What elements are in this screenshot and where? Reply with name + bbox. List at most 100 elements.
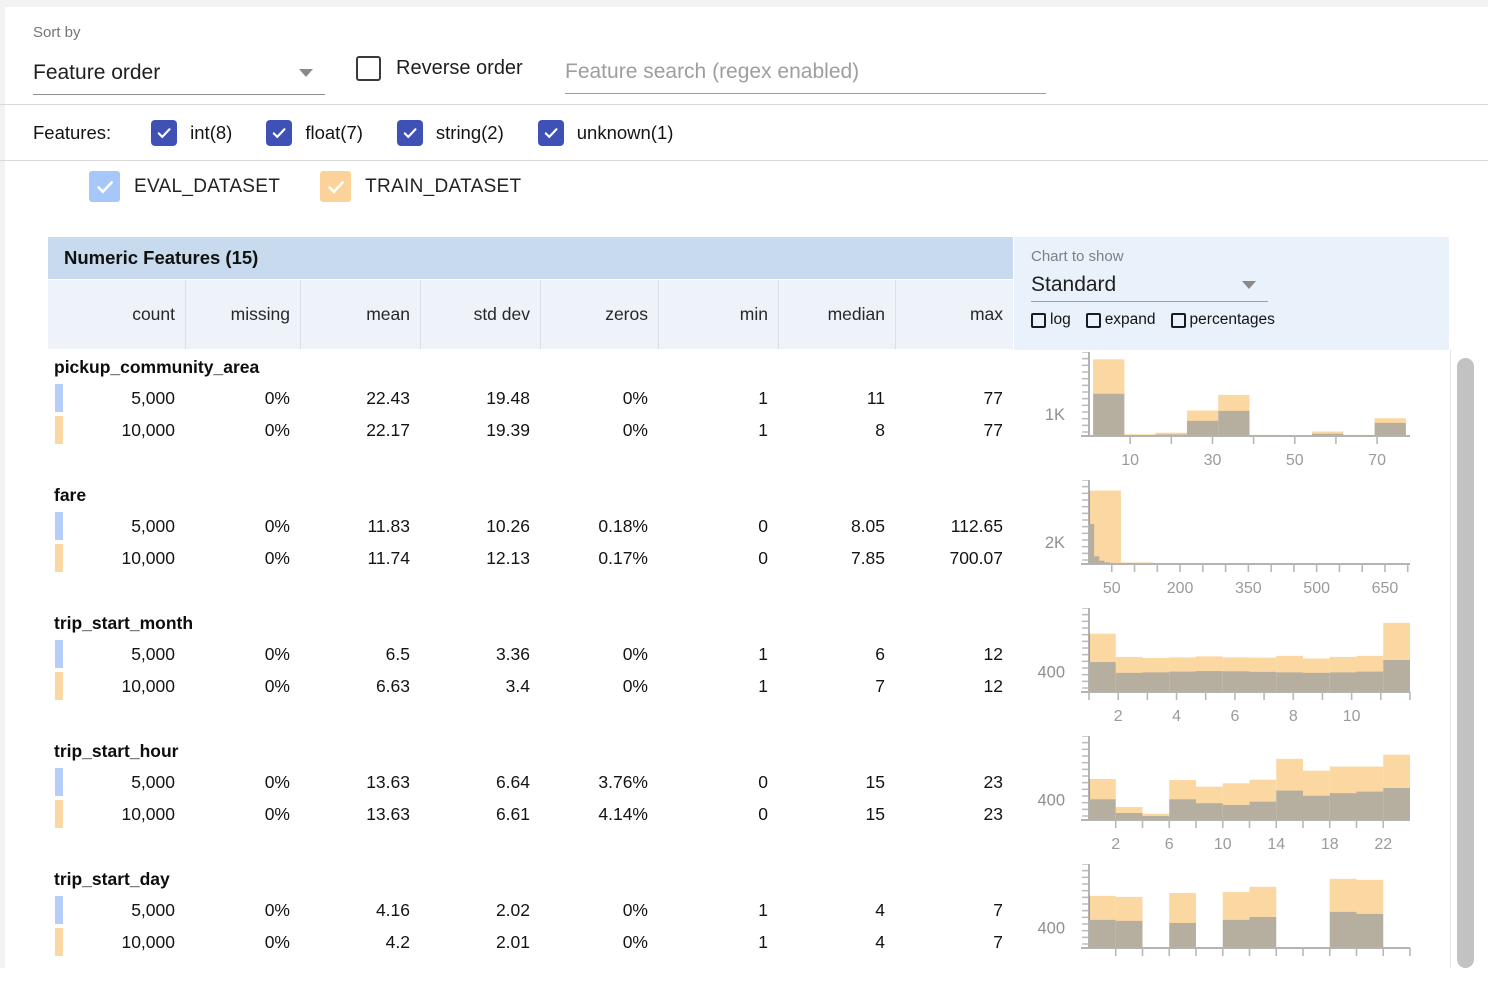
page-left-border bbox=[0, 0, 5, 968]
x-axis-label: 10 bbox=[1214, 836, 1232, 853]
column-header-zeros: zeros bbox=[540, 280, 658, 349]
chart-type-select[interactable]: Standard bbox=[1031, 268, 1268, 302]
feature-row-train_dataset: 10,0000%6.633.40%1712 bbox=[48, 670, 1013, 702]
stat-max: 77 bbox=[895, 382, 1013, 414]
histogram-chart[interactable]: 1K10305070 bbox=[1020, 352, 1450, 476]
stat-mean: 11.83 bbox=[300, 510, 420, 542]
histogram-chart[interactable]: 4002610141822 bbox=[1020, 736, 1450, 860]
x-axis-label: 350 bbox=[1235, 580, 1262, 597]
sort-by-select[interactable]: Feature order bbox=[33, 52, 325, 95]
histogram-trip_start_hour[interactable]: 4002610141822 bbox=[1020, 736, 1450, 863]
stat-zeros: 0% bbox=[540, 670, 658, 702]
checkbox-checked-icon bbox=[397, 120, 423, 146]
stat-count: 5,000 bbox=[48, 638, 185, 670]
reverse-order-checkbox[interactable]: Reverse order bbox=[356, 56, 523, 81]
stat-zeros: 0% bbox=[540, 926, 658, 958]
feature-block-pickup_community_area: pickup_community_area5,0000%22.4319.480%… bbox=[48, 352, 1013, 480]
dataset-checkbox-train_dataset[interactable]: TRAIN_DATASET bbox=[320, 171, 521, 202]
legend-swatch-eval bbox=[55, 512, 63, 540]
x-axis-label: 50 bbox=[1103, 580, 1121, 597]
stat-min: 1 bbox=[658, 926, 778, 958]
stat-median: 15 bbox=[778, 798, 895, 830]
chart-toggle-log[interactable]: log bbox=[1031, 311, 1071, 329]
numeric-features-title: Numeric Features (15) bbox=[64, 247, 258, 269]
checkmark-icon bbox=[270, 124, 288, 142]
stat-zeros: 0.17% bbox=[540, 542, 658, 574]
x-axis-label: 4 bbox=[1172, 708, 1181, 725]
chart-controls-panel: Chart to show Standard logexpandpercenta… bbox=[1014, 237, 1449, 350]
histogram-chart[interactable]: 2K50200350500650 bbox=[1020, 480, 1450, 604]
column-header-min: min bbox=[658, 280, 778, 349]
x-axis-label: 50 bbox=[1286, 452, 1304, 469]
stat-std-dev: 6.64 bbox=[420, 766, 540, 798]
checkbox-unchecked-icon bbox=[1086, 313, 1101, 328]
stat-count: 5,000 bbox=[48, 510, 185, 542]
stat-max: 12 bbox=[895, 670, 1013, 702]
stat-zeros: 0% bbox=[540, 382, 658, 414]
stat-count: 10,000 bbox=[48, 926, 185, 958]
sort-by-label: Sort by bbox=[33, 24, 81, 41]
chart-toggle-expand[interactable]: expand bbox=[1086, 311, 1156, 329]
column-header-missing: missing bbox=[185, 280, 300, 349]
histogram-chart[interactable]: 400 bbox=[1020, 864, 1450, 988]
feature-block-trip_start_day: trip_start_day5,0000%4.162.020%14710,000… bbox=[48, 864, 1013, 992]
feature-type-checkbox-float7[interactable]: float(7) bbox=[266, 120, 363, 146]
feature-row-eval_dataset: 5,0000%4.162.020%147 bbox=[48, 894, 1013, 926]
stat-zeros: 0% bbox=[540, 414, 658, 446]
histogram-trip_start_month[interactable]: 400246810 bbox=[1020, 608, 1450, 735]
stat-count: 10,000 bbox=[48, 414, 185, 446]
feature-block-trip_start_hour: trip_start_hour5,0000%13.636.643.76%0152… bbox=[48, 736, 1013, 864]
stat-missing: 0% bbox=[185, 894, 300, 926]
legend-swatch-train bbox=[55, 800, 63, 828]
column-header-max: max bbox=[895, 280, 1013, 349]
checkbox-checked-icon bbox=[266, 120, 292, 146]
histogram-trip_start_day[interactable]: 400 bbox=[1020, 864, 1450, 991]
dataset-legend-row: EVAL_DATASET TRAIN_DATASET bbox=[89, 171, 561, 202]
search-input[interactable] bbox=[565, 50, 1046, 94]
scrollbar[interactable] bbox=[1457, 358, 1474, 968]
feature-type-checkbox-string2[interactable]: string(2) bbox=[397, 120, 504, 146]
x-axis-label: 650 bbox=[1372, 580, 1399, 597]
stat-zeros: 0% bbox=[540, 638, 658, 670]
stat-min: 0 bbox=[658, 510, 778, 542]
histogram-chart[interactable]: 400246810 bbox=[1020, 608, 1450, 732]
legend-swatch-train bbox=[55, 672, 63, 700]
stat-min: 1 bbox=[658, 382, 778, 414]
stat-missing: 0% bbox=[185, 798, 300, 830]
dataset-checkbox-eval_dataset[interactable]: EVAL_DATASET bbox=[89, 171, 280, 202]
feature-name: trip_start_hour bbox=[48, 736, 1013, 766]
stat-mean: 22.17 bbox=[300, 414, 420, 446]
y-axis-label: 2K bbox=[1045, 534, 1065, 552]
legend-swatch-eval bbox=[55, 640, 63, 668]
histogram-fare[interactable]: 2K50200350500650 bbox=[1020, 480, 1450, 607]
stat-max: 23 bbox=[895, 766, 1013, 798]
checkbox-unchecked-icon bbox=[356, 56, 381, 81]
x-axis-label: 18 bbox=[1321, 836, 1339, 853]
numeric-features-header: Numeric Features (15) bbox=[48, 237, 1013, 279]
feature-name: trip_start_month bbox=[48, 608, 1013, 638]
checkmark-icon bbox=[542, 124, 560, 142]
histogram-pickup_community_area[interactable]: 1K10305070 bbox=[1020, 352, 1450, 479]
checkbox-unchecked-icon bbox=[1031, 313, 1046, 328]
stat-count: 5,000 bbox=[48, 894, 185, 926]
x-axis-label: 14 bbox=[1267, 836, 1285, 853]
chart-toggle-percentages[interactable]: percentages bbox=[1171, 311, 1275, 329]
stat-min: 1 bbox=[658, 414, 778, 446]
feature-type-checkbox-unknown1[interactable]: unknown(1) bbox=[538, 120, 674, 146]
feature-name: trip_start_day bbox=[48, 864, 1013, 894]
stat-min: 0 bbox=[658, 798, 778, 830]
stat-missing: 0% bbox=[185, 542, 300, 574]
stat-zeros: 0.18% bbox=[540, 510, 658, 542]
feature-row-train_dataset: 10,0000%13.636.614.14%01523 bbox=[48, 798, 1013, 830]
stat-missing: 0% bbox=[185, 414, 300, 446]
x-axis-label: 30 bbox=[1204, 452, 1222, 469]
stat-std-dev: 12.13 bbox=[420, 542, 540, 574]
stat-max: 23 bbox=[895, 798, 1013, 830]
stat-min: 1 bbox=[658, 894, 778, 926]
x-axis-label: 6 bbox=[1230, 708, 1239, 725]
stat-std-dev: 3.4 bbox=[420, 670, 540, 702]
feature-type-checkbox-int8[interactable]: int(8) bbox=[151, 120, 232, 146]
series-train_dataset bbox=[1089, 755, 1410, 820]
stat-count: 10,000 bbox=[48, 542, 185, 574]
legend-swatch-eval bbox=[55, 384, 63, 412]
